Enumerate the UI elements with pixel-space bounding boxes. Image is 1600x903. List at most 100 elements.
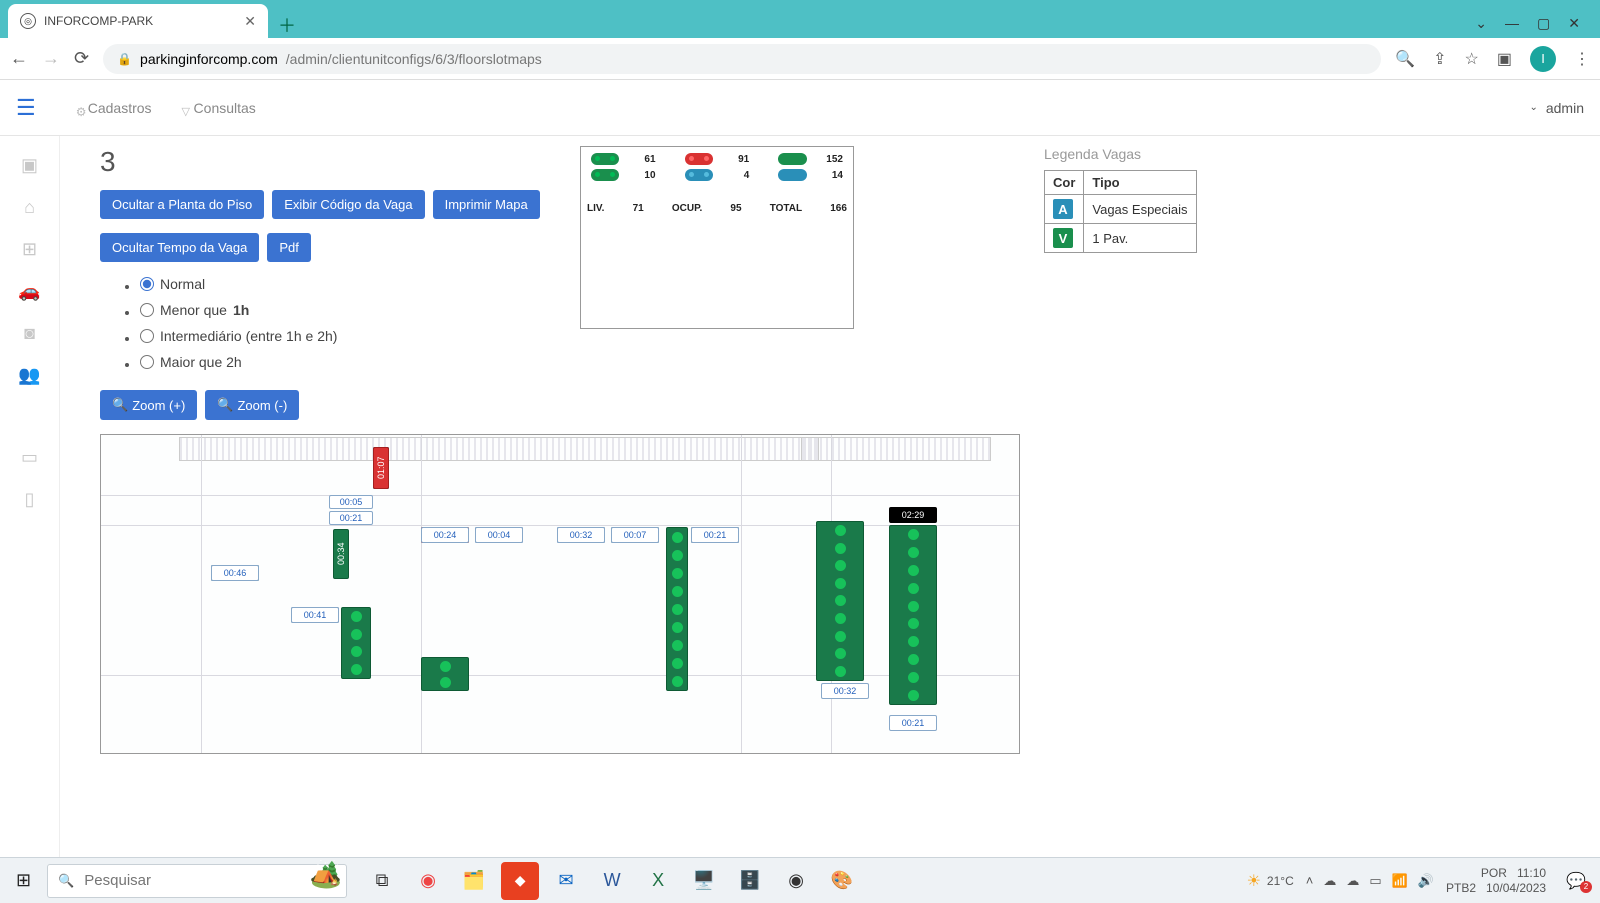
tab-title: INFORCOMP-PARK [44, 14, 236, 28]
slot[interactable]: 00:24 [421, 527, 469, 543]
volume-icon[interactable]: 🔊 [1418, 873, 1434, 889]
slot[interactable]: 00:32 [557, 527, 605, 543]
stats-panel: 61 91 152 10 4 14 [580, 146, 854, 329]
excel-icon[interactable]: X [639, 862, 677, 900]
anydesk-icon[interactable]: ◆ [501, 862, 539, 900]
btn-pdf[interactable]: Pdf [267, 233, 311, 262]
hamburger-icon[interactable]: ☰ [16, 95, 36, 121]
slot[interactable]: 00:04 [475, 527, 523, 543]
maximize-icon[interactable]: ▢ [1537, 15, 1550, 32]
floor-map[interactable]: 00:22 00:24 00:42 00:05 00:04 00:09 00:0… [100, 434, 1020, 754]
slot-cluster[interactable] [666, 527, 688, 691]
nav-cadastros[interactable]: Cadastros [76, 100, 152, 116]
share-icon[interactable]: ⇪ [1433, 49, 1446, 69]
radio-intermediario[interactable]: Intermediário (entre 1h e 2h) [140, 328, 337, 344]
browser-tab[interactable]: ◎ INFORCOMP-PARK ✕ [8, 4, 268, 38]
sidebar-car-icon[interactable]: 🚗 [19, 280, 41, 302]
chrome2-icon[interactable]: ◉ [777, 862, 815, 900]
user-label: admin [1546, 100, 1584, 116]
zoom-out-button[interactable]: 🔍Zoom (-) [205, 390, 299, 420]
btn-imprimir[interactable]: Imprimir Mapa [433, 190, 540, 219]
sidebar-dashboard-icon[interactable]: ▣ [19, 154, 41, 176]
search-input[interactable] [84, 872, 336, 889]
address-bar: ← → ⟳ 🔒 parkinginforcomp.com/admin/clien… [0, 38, 1600, 80]
slot[interactable]: 00:21 [889, 715, 937, 731]
slot-cluster[interactable] [889, 525, 937, 705]
battery-icon[interactable]: ▭ [1369, 873, 1381, 889]
back-icon[interactable]: ← [10, 48, 28, 69]
radio-maior-2h[interactable]: Maior que 2h [140, 354, 242, 370]
kebab-menu-icon[interactable]: ⋮ [1574, 49, 1590, 69]
slot-cluster[interactable] [816, 521, 864, 681]
clock-area[interactable]: POR11:10 PTB210/04/2023 [1446, 866, 1546, 895]
magnify-minus-icon: 🔍 [217, 397, 233, 413]
profile-avatar[interactable]: I [1530, 46, 1556, 72]
windows-taskbar: ⊞ 🔍 🏕️ ⧉ ◉ 🗂️ ◆ ✉ W X 🖥️ 🗄️ ◉ 🎨 ☀21°C ˄ … [0, 857, 1600, 903]
stat-total-1: 152 [815, 154, 843, 165]
zoom-in-button[interactable]: 🔍Zoom (+) [100, 390, 197, 420]
file-explorer-icon[interactable]: 🗂️ [455, 862, 493, 900]
nav-consultas[interactable]: Consultas [182, 100, 256, 116]
close-window-icon[interactable]: ✕ [1568, 15, 1580, 32]
legend-row-v: 1 Pav. [1084, 224, 1196, 253]
slot[interactable]: 00:21 [691, 527, 739, 543]
search-icon: 🔍 [58, 873, 74, 889]
system-tray[interactable]: ˄ ☁ ☁ ▭ 📶 🔊 [1306, 873, 1434, 889]
globe-icon: ◎ [20, 13, 36, 29]
notification-icon[interactable]: 💬2 [1558, 871, 1594, 891]
slot-cluster[interactable] [421, 657, 469, 691]
sidebar-users-icon[interactable]: 👥 [19, 364, 41, 386]
new-tab-button[interactable]: ＋ [268, 12, 306, 38]
weather-widget[interactable]: ☀21°C [1247, 871, 1294, 891]
cloud-icon[interactable]: ☁ [1346, 873, 1359, 889]
slot-cluster[interactable] [341, 607, 371, 679]
slot[interactable]: 00:05 [329, 495, 373, 509]
slot[interactable]: 00:21 [329, 511, 373, 525]
window-dropdown-icon[interactable]: ⌄ [1475, 15, 1487, 32]
user-menu[interactable]: ⌄ admin [1529, 100, 1584, 116]
outlook-icon[interactable]: ✉ [547, 862, 585, 900]
radio-menor-1h[interactable]: Menor que 1h [140, 302, 249, 318]
sidebar-gift-icon[interactable]: ⊞ [19, 238, 41, 260]
slot[interactable]: 00:07 [611, 527, 659, 543]
chevron-up-icon[interactable]: ˄ [1306, 873, 1314, 889]
minimize-icon[interactable]: — [1505, 15, 1519, 32]
legend-title: Legenda Vagas [1044, 146, 1197, 162]
slot[interactable]: 00:46 [211, 565, 259, 581]
slot-occupied[interactable]: 00:34 [333, 529, 349, 579]
url-input[interactable]: 🔒 parkinginforcomp.com/admin/clientunitc… [103, 44, 1381, 74]
task-view-icon[interactable]: ⧉ [363, 862, 401, 900]
slot[interactable]: 00:32 [821, 683, 869, 699]
forward-icon[interactable]: → [42, 48, 60, 69]
bookmark-icon[interactable]: ☆ [1465, 49, 1479, 69]
slot-alert[interactable]: 01:07 [373, 447, 389, 489]
sidebar-cash-icon[interactable]: ⌂ [19, 196, 41, 218]
word-icon[interactable]: W [593, 862, 631, 900]
app-icon-1[interactable]: 🖥️ [685, 862, 723, 900]
sidebar-clipboard-icon[interactable]: ▯ [19, 488, 41, 510]
btn-ocultar-tempo[interactable]: Ocultar Tempo da Vaga [100, 233, 259, 262]
app-icon-2[interactable]: 🗄️ [731, 862, 769, 900]
side-panel-icon[interactable]: ▣ [1497, 49, 1512, 69]
zoom-icon[interactable]: 🔍 [1395, 49, 1415, 69]
sun-icon: ☀ [1247, 871, 1261, 891]
sidebar-camera-icon[interactable]: ◙ [19, 322, 41, 344]
close-tab-icon[interactable]: ✕ [244, 13, 256, 30]
ocup-label: OCUP. [672, 203, 702, 214]
sidebar-folder-icon[interactable]: ▭ [19, 446, 41, 468]
chrome-icon[interactable]: ◉ [409, 862, 447, 900]
start-button[interactable]: ⊞ [6, 870, 41, 891]
slot-black[interactable]: 02:29 [889, 507, 937, 523]
url-path: /admin/clientunitconfigs/6/3/floorslotma… [286, 51, 542, 67]
btn-ocultar-planta[interactable]: Ocultar a Planta do Piso [100, 190, 264, 219]
radio-normal[interactable]: Normal [140, 276, 205, 292]
app-top-bar: ☰ Cadastros Consultas ⌄ admin [0, 80, 1600, 136]
reload-icon[interactable]: ⟳ [74, 48, 89, 69]
window-controls: ⌄ — ▢ ✕ [1463, 15, 1592, 38]
slot[interactable]: 00:41 [291, 607, 339, 623]
btn-exibir-codigo[interactable]: Exibir Código da Vaga [272, 190, 424, 219]
wifi-icon[interactable]: 📶 [1392, 873, 1408, 889]
taskbar-search[interactable]: 🔍 🏕️ [47, 864, 347, 898]
onedrive-icon[interactable]: ☁ [1323, 873, 1336, 889]
paint-icon[interactable]: 🎨 [823, 862, 861, 900]
